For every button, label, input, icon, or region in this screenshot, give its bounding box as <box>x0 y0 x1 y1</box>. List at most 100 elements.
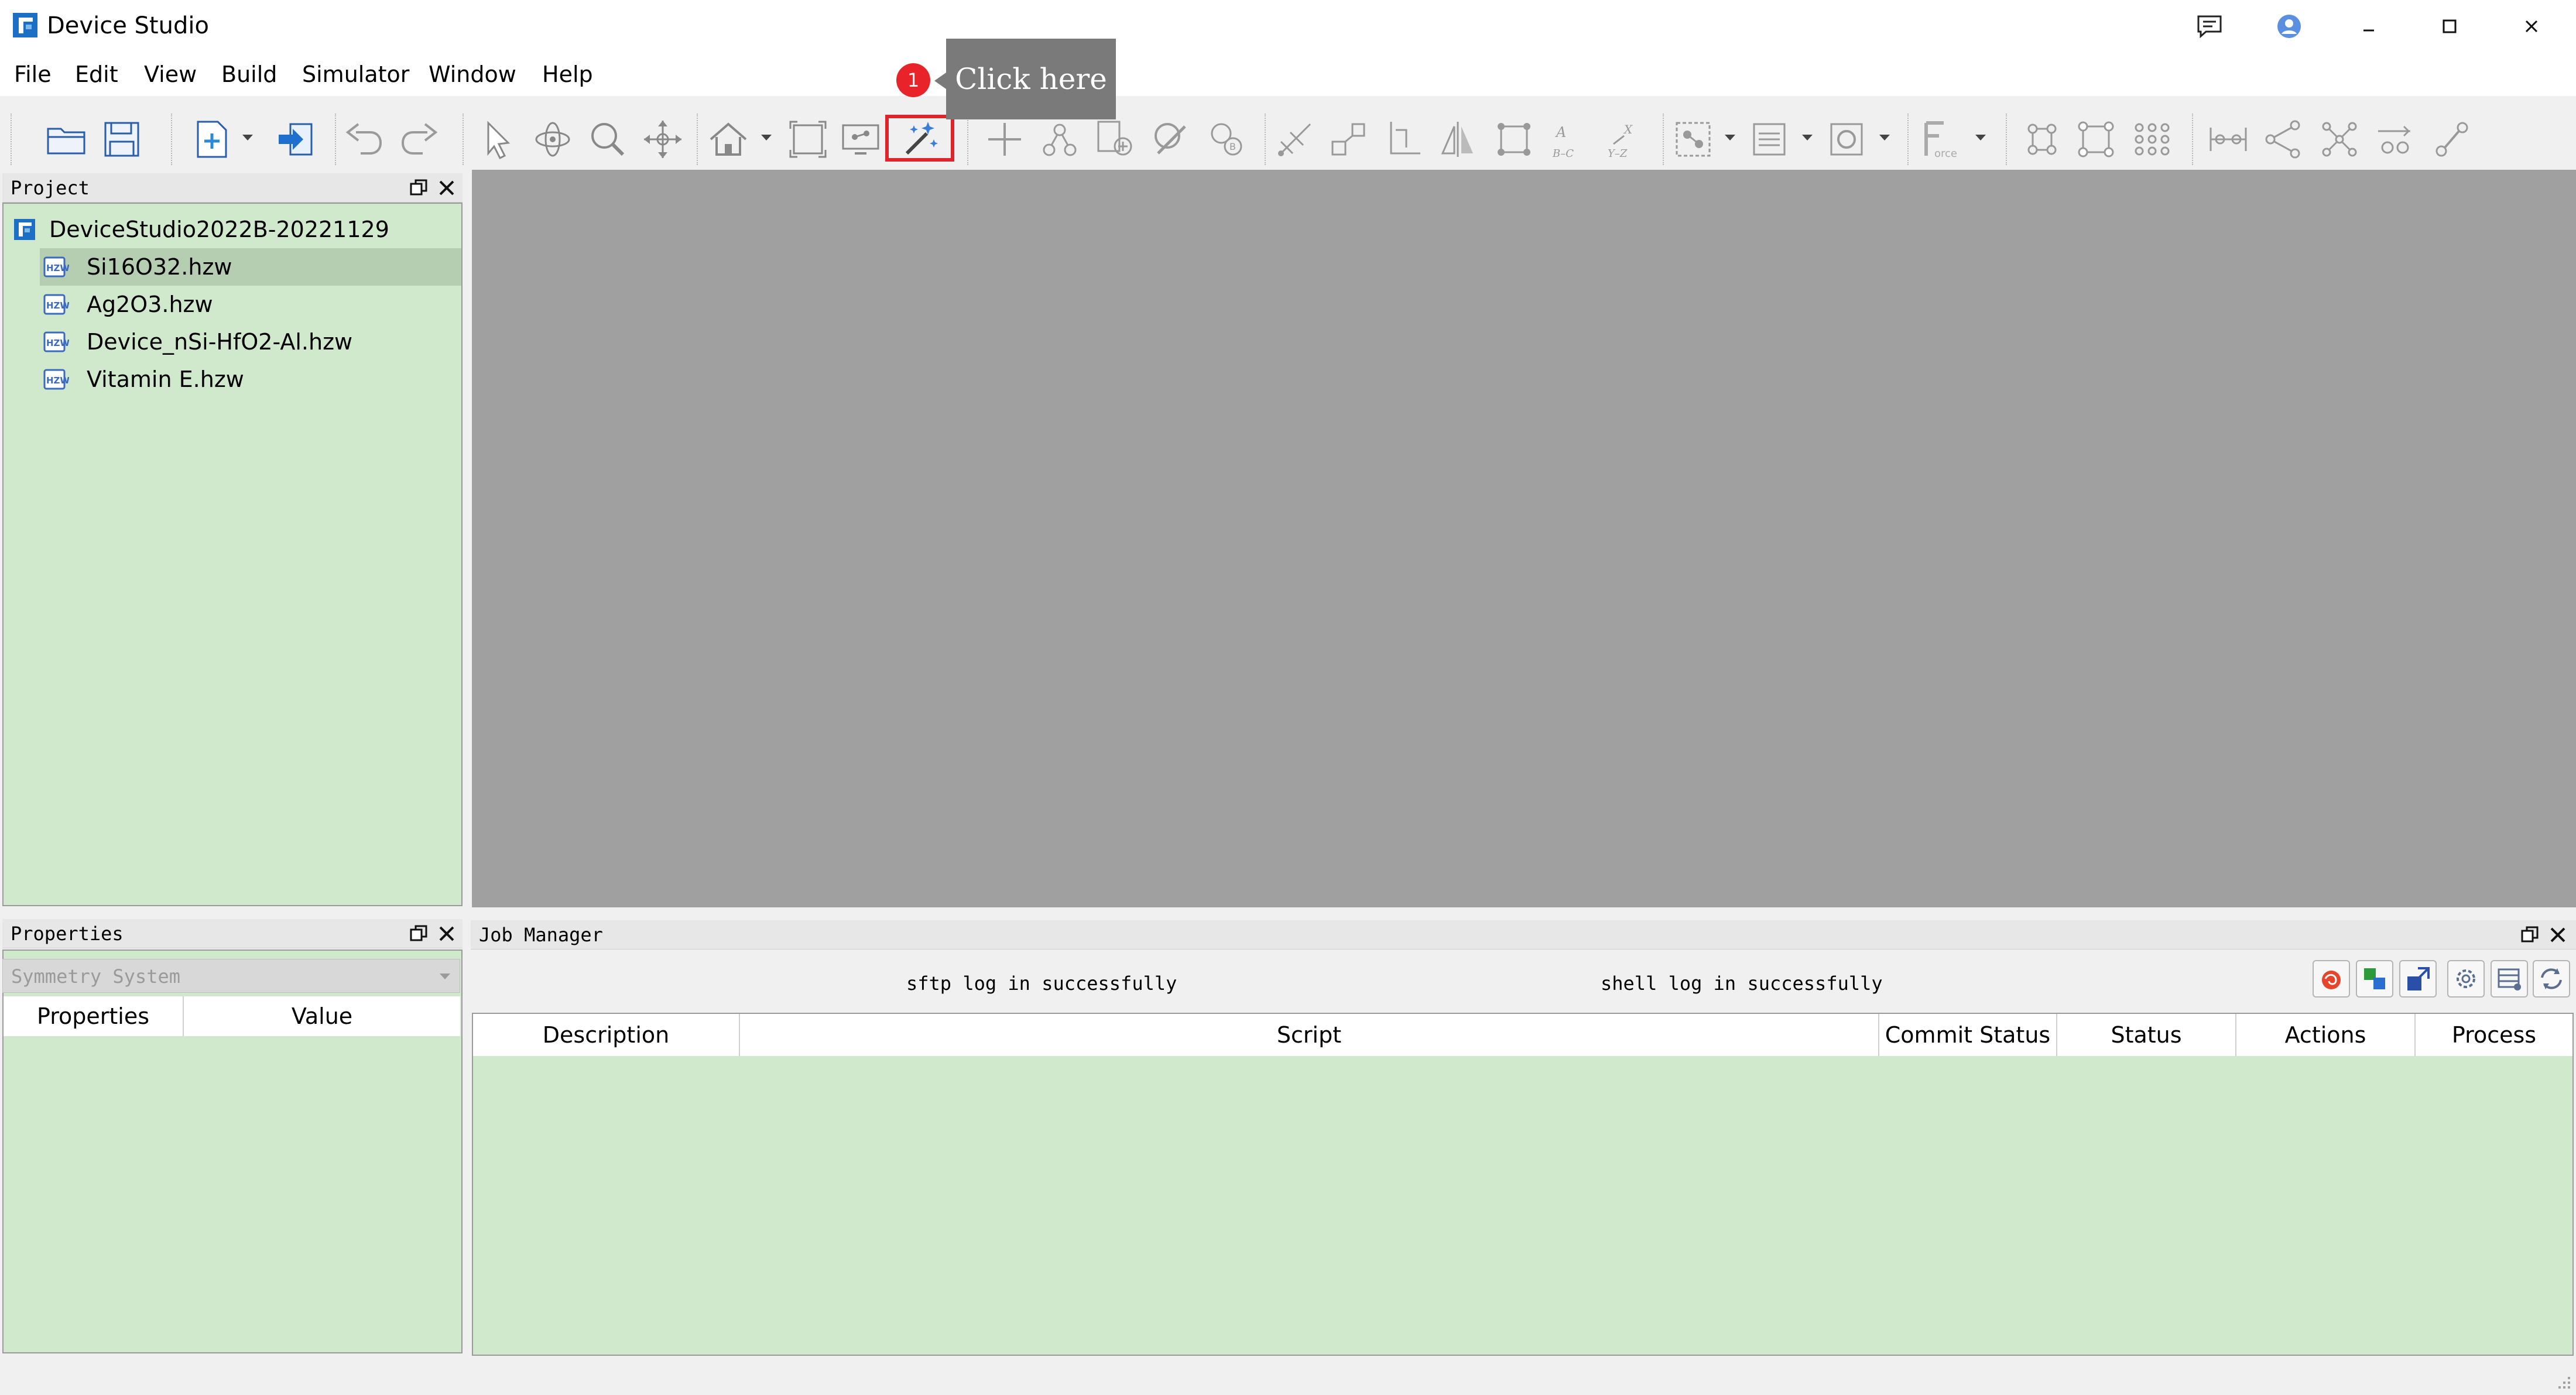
symmetry-system-select[interactable]: Symmetry System <box>2 959 460 993</box>
job-table <box>472 1013 2574 1356</box>
open-folder-icon[interactable] <box>43 116 90 163</box>
commit-status-column-header[interactable]: Commit Status <box>1879 1014 2057 1056</box>
home-view-icon[interactable] <box>705 116 752 163</box>
menu-edit[interactable]: Edit <box>75 61 118 88</box>
float-panel-icon[interactable] <box>2520 925 2540 945</box>
tree-root[interactable]: DeviceStudio2022B-20221129 <box>4 211 461 248</box>
refresh-icon[interactable] <box>2533 960 2570 998</box>
display-settings-icon[interactable] <box>837 116 884 163</box>
add-atom-icon[interactable] <box>981 116 1028 163</box>
script-column-header[interactable]: Script <box>740 1014 1879 1056</box>
menu-help[interactable]: Help <box>542 61 593 88</box>
feedback-icon[interactable] <box>2192 11 2227 42</box>
description-column-header[interactable]: Description <box>473 1014 740 1056</box>
redo-icon[interactable] <box>396 116 443 163</box>
group-dropdown-icon[interactable] <box>1725 135 1735 140</box>
status-column-header[interactable]: Status <box>2057 1014 2236 1056</box>
select-arrow-icon[interactable] <box>475 116 522 163</box>
tree-root-label: DeviceStudio2022B-20221129 <box>49 217 389 242</box>
bond-icon[interactable] <box>1036 116 1083 163</box>
cell-icon[interactable] <box>1491 116 1537 163</box>
distance-icon[interactable]: A B–C <box>1546 116 1592 163</box>
add-fragment-icon[interactable] <box>1092 116 1139 163</box>
home-view-dropdown-icon[interactable] <box>761 135 772 140</box>
save-icon[interactable] <box>98 116 145 163</box>
hzw-file-icon: HZW <box>42 368 69 391</box>
menu-window[interactable]: Window <box>429 61 516 88</box>
network-icon[interactable] <box>2316 116 2363 163</box>
move-icon[interactable] <box>639 116 686 163</box>
link-icon[interactable] <box>2428 116 2475 163</box>
tree-file-si16o32[interactable]: HZW Si16O32.hzw <box>40 248 461 286</box>
close-panel-icon[interactable] <box>437 178 457 198</box>
structure-viewport[interactable] <box>472 170 2576 907</box>
fit-view-icon[interactable] <box>785 116 831 163</box>
project-panel-title: Project <box>11 177 90 199</box>
rotate-icon[interactable] <box>529 116 576 163</box>
layout-icon[interactable] <box>1823 116 1870 163</box>
settings-icon[interactable] <box>2447 960 2485 998</box>
menu-simulator[interactable]: Simulator <box>302 61 409 88</box>
submit-icon[interactable] <box>2399 960 2437 998</box>
hzw-file-icon: HZW <box>42 330 69 354</box>
lattice-icon[interactable] <box>2073 116 2119 163</box>
mirror-icon[interactable] <box>1434 116 1481 163</box>
project-panel-header: Project <box>2 173 463 203</box>
align-icon[interactable] <box>1746 116 1793 163</box>
red-swirl-icon[interactable] <box>2313 960 2350 998</box>
transport-icon[interactable] <box>2372 116 2419 163</box>
molecule-icon[interactable] <box>2019 116 2065 163</box>
menu-view[interactable]: View <box>144 61 197 88</box>
align-dropdown-icon[interactable] <box>1802 135 1813 140</box>
resize-grip-icon[interactable] <box>2555 1373 2572 1391</box>
element-icon[interactable]: B <box>1204 116 1251 163</box>
group-icon[interactable] <box>1670 116 1717 163</box>
zoom-icon[interactable] <box>584 116 631 163</box>
app-title: Device Studio <box>47 12 209 39</box>
toolbar-grip[interactable] <box>11 114 13 165</box>
axis-icon[interactable] <box>1379 116 1426 163</box>
close-button[interactable] <box>2514 11 2549 42</box>
svg-text:HZW: HZW <box>46 300 69 311</box>
electrode-icon[interactable] <box>2205 116 2252 163</box>
connect-icon[interactable] <box>2356 960 2393 998</box>
minimize-button[interactable] <box>2351 11 2386 42</box>
job-manager-title: Job Manager <box>479 924 603 946</box>
title-bar: Device Studio <box>0 0 2576 53</box>
undo-icon[interactable] <box>341 116 388 163</box>
measure-icon[interactable] <box>1273 116 1320 163</box>
process-column-header[interactable]: Process <box>2416 1014 2572 1056</box>
menu-build[interactable]: Build <box>221 61 277 88</box>
properties-column-header[interactable]: Properties <box>4 996 184 1036</box>
maximize-button[interactable] <box>2432 11 2467 42</box>
new-document-icon[interactable] <box>189 116 235 163</box>
properties-panel-title: Properties <box>11 923 124 945</box>
hzw-file-icon: HZW <box>42 293 69 316</box>
tree-file-device[interactable]: HZW Device_nSi-HfO2-Al.hzw <box>40 323 461 361</box>
float-panel-icon[interactable] <box>409 924 429 944</box>
tree-file-ag2o3[interactable]: HZW Ag2O3.hzw <box>40 286 461 323</box>
user-account-icon[interactable] <box>2272 11 2307 42</box>
actions-column-header[interactable]: Actions <box>2236 1014 2416 1056</box>
float-panel-icon[interactable] <box>409 178 429 198</box>
layout-dropdown-icon[interactable] <box>1879 135 1890 140</box>
menu-file[interactable]: File <box>14 61 52 88</box>
tree-file-vitamin-e[interactable]: HZW Vitamin E.hzw <box>40 361 461 398</box>
supercell-icon[interactable] <box>2129 116 2176 163</box>
close-panel-icon[interactable] <box>2548 925 2568 945</box>
scale-icon[interactable] <box>1325 116 1372 163</box>
force-icon[interactable]: orce <box>1917 116 1964 163</box>
svg-text:B–C: B–C <box>1552 148 1574 160</box>
new-document-dropdown-icon[interactable] <box>242 135 253 140</box>
delete-icon[interactable] <box>1147 116 1194 163</box>
menu-bar: File Edit View Build Simulator Window He… <box>0 53 2576 96</box>
angle-icon[interactable]: X Y–Z <box>1601 116 1647 163</box>
import-icon[interactable] <box>273 116 320 163</box>
shell-status: shell log in successfully <box>1601 972 1883 995</box>
close-panel-icon[interactable] <box>437 924 457 944</box>
svg-text:Y–Z: Y–Z <box>1608 148 1628 160</box>
junction-icon[interactable] <box>2260 116 2307 163</box>
force-dropdown-icon[interactable] <box>1975 135 1986 140</box>
value-column-header[interactable]: Value <box>184 996 460 1036</box>
config-icon[interactable] <box>2491 960 2528 998</box>
